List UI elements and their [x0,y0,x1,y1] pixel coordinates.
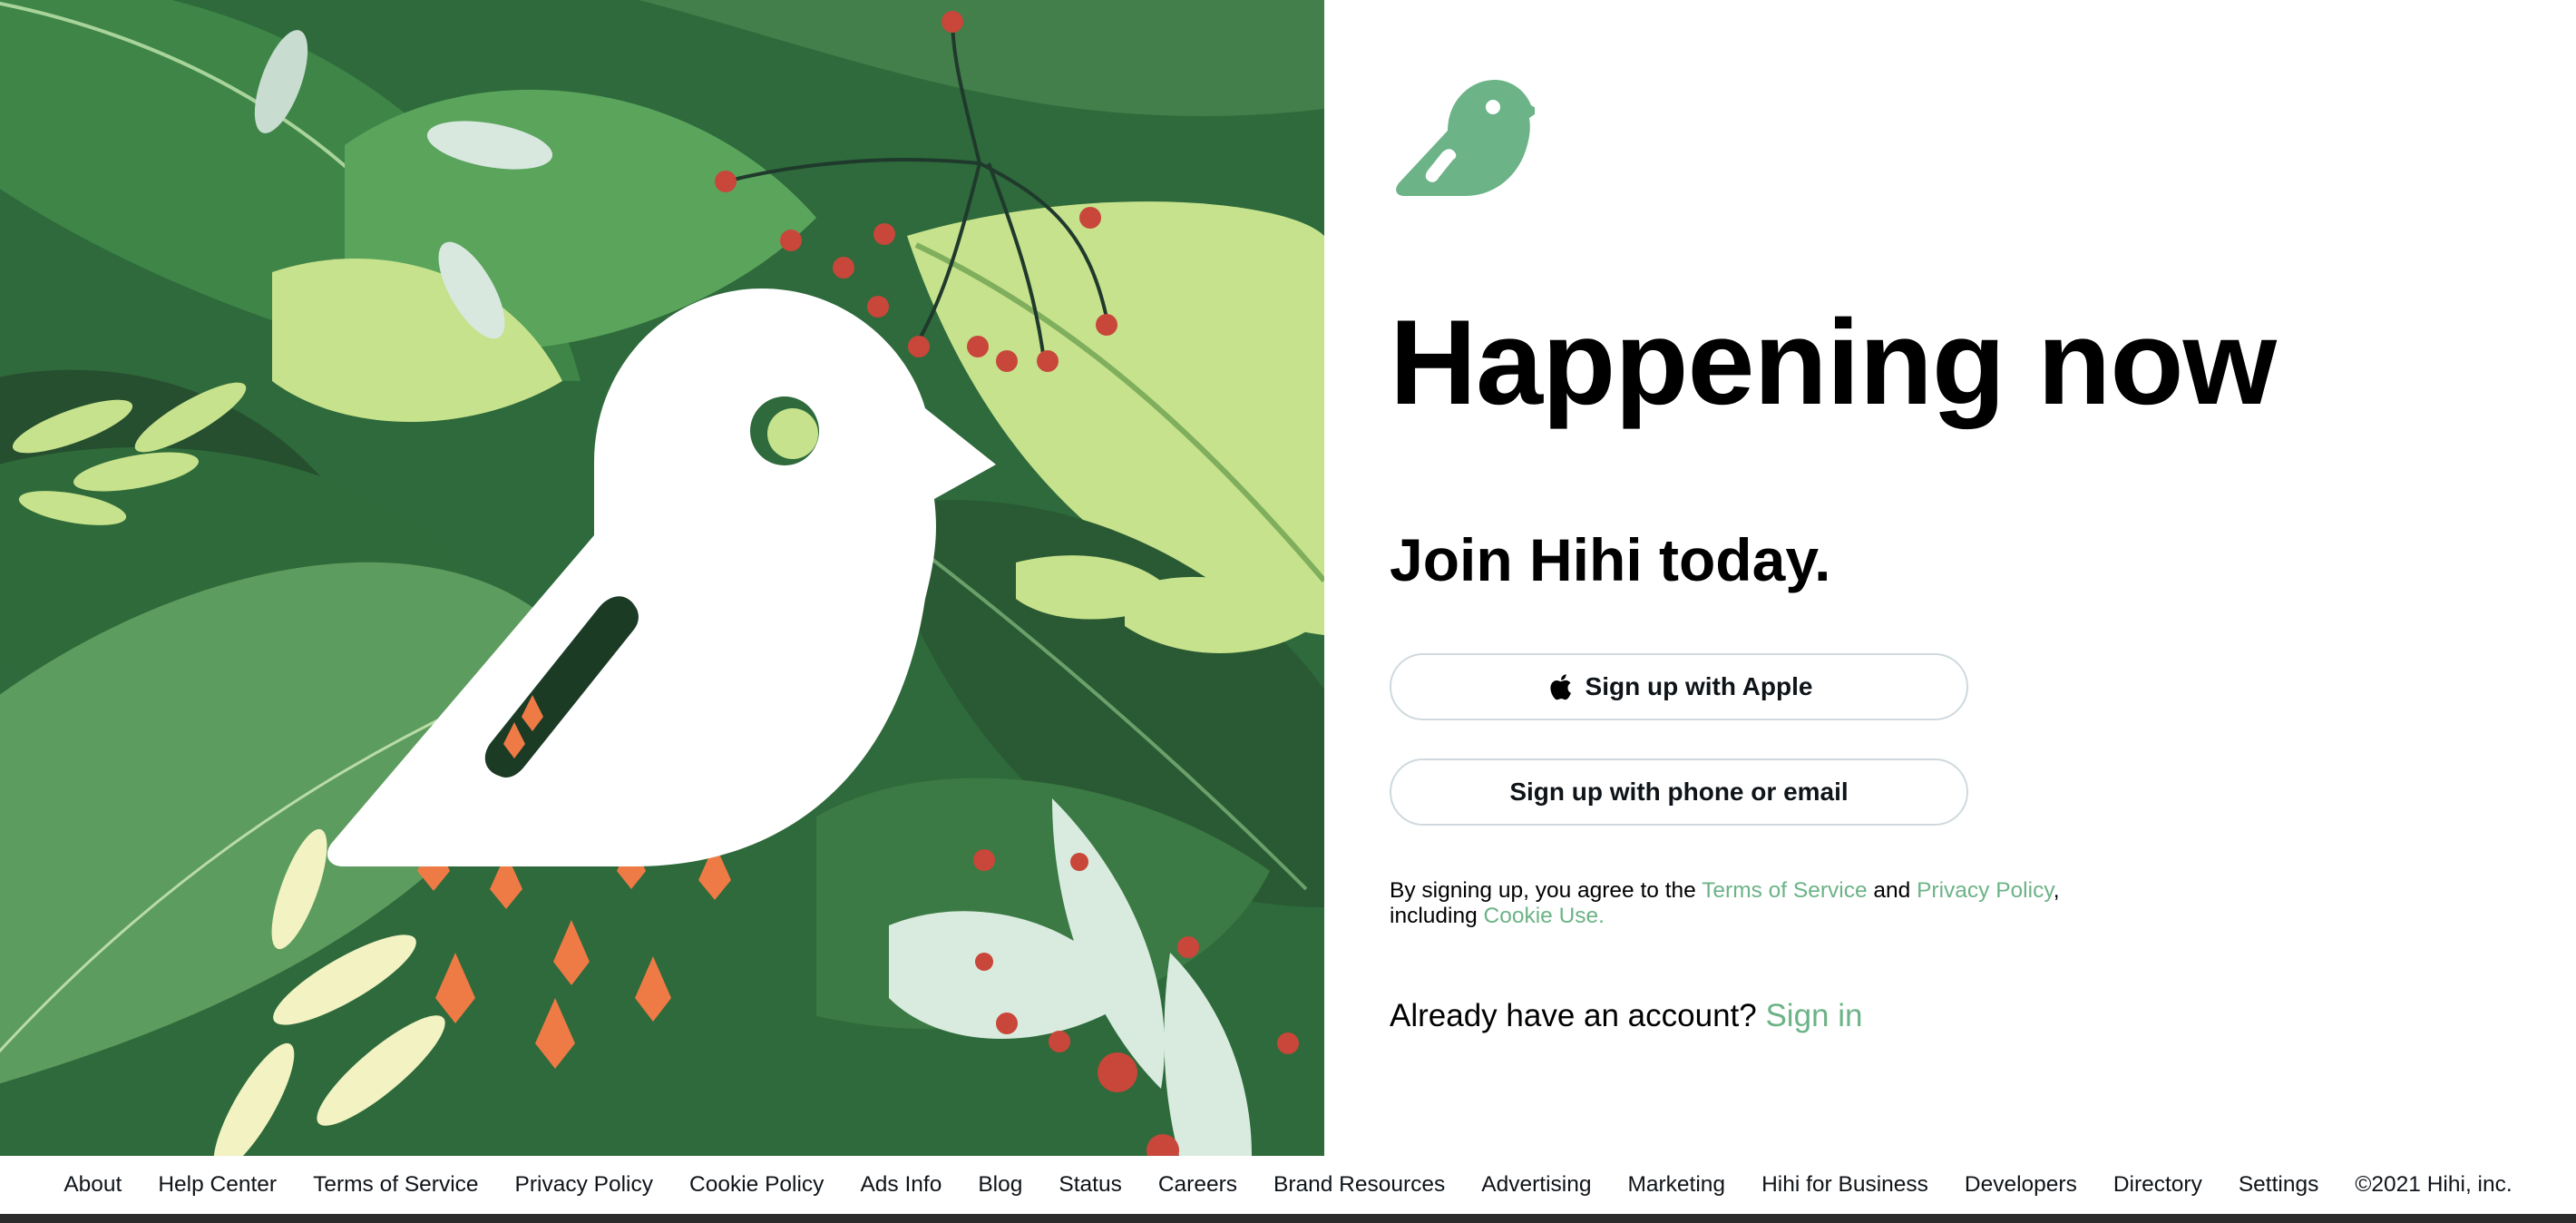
footer-link-advertising[interactable]: Advertising [1481,1172,1591,1198]
footer-link-directory[interactable]: Directory [2113,1172,2202,1198]
footer-link-settings[interactable]: Settings [2239,1172,2319,1198]
footer-link-ads-info[interactable]: Ads Info [860,1172,942,1198]
bird-icon [1396,80,1535,196]
page-headline: Happening now [1390,296,2277,430]
footer-nav: About Help Center Terms of Service Priva… [0,1156,2576,1214]
cookie-use-link[interactable]: Cookie Use. [1484,904,1605,928]
footer-link-developers[interactable]: Developers [1965,1172,2077,1198]
hero-illustration [0,0,1324,1156]
signin-question: Already have an account? [1390,998,1766,1033]
footer-link-privacy[interactable]: Privacy Policy [515,1172,653,1198]
apple-icon [1549,674,1571,700]
signup-phone-email-label: Sign up with phone or email [1509,778,1849,806]
signup-phone-email-button[interactable]: Sign up with phone or email [1390,758,1968,826]
footer-link-careers[interactable]: Careers [1158,1172,1237,1198]
legal-prefix: By signing up, you agree to the [1390,878,1703,903]
signup-panel: Happening now Join Hihi today. Sign up w… [1324,0,2576,1156]
footer-link-help-center[interactable]: Help Center [158,1172,277,1198]
legal-and: and [1867,878,1917,903]
copyright: ©2021 Hihi, inc. [2355,1172,2513,1197]
footer-link-status[interactable]: Status [1059,1172,1121,1198]
jungle-illustration [0,0,1324,1156]
bottom-bar [0,1214,2576,1223]
footer-link-marketing[interactable]: Marketing [1627,1172,1725,1198]
signup-apple-button[interactable]: Sign up with Apple [1390,653,1968,720]
join-subheadline: Join Hihi today. [1390,526,1831,593]
footer-link-blog[interactable]: Blog [978,1172,1022,1198]
legal-comma: , [2053,878,2060,903]
legal-notice: By signing up, you agree to the Terms of… [1390,878,2206,929]
footer-link-business[interactable]: Hihi for Business [1761,1172,1928,1198]
footer-link-terms[interactable]: Terms of Service [313,1172,478,1198]
signup-apple-label: Sign up with Apple [1585,672,1813,700]
legal-including: including [1390,904,1484,928]
terms-of-service-link[interactable]: Terms of Service [1702,878,1867,903]
sign-in-link[interactable]: Sign in [1765,998,1862,1033]
signin-prompt: Already have an account? Sign in [1390,1000,1862,1032]
privacy-policy-link[interactable]: Privacy Policy [1917,878,2054,903]
footer-link-about[interactable]: About [63,1172,122,1198]
footer-link-brand-resources[interactable]: Brand Resources [1273,1172,1445,1198]
footer-link-cookie-policy[interactable]: Cookie Policy [689,1172,824,1198]
